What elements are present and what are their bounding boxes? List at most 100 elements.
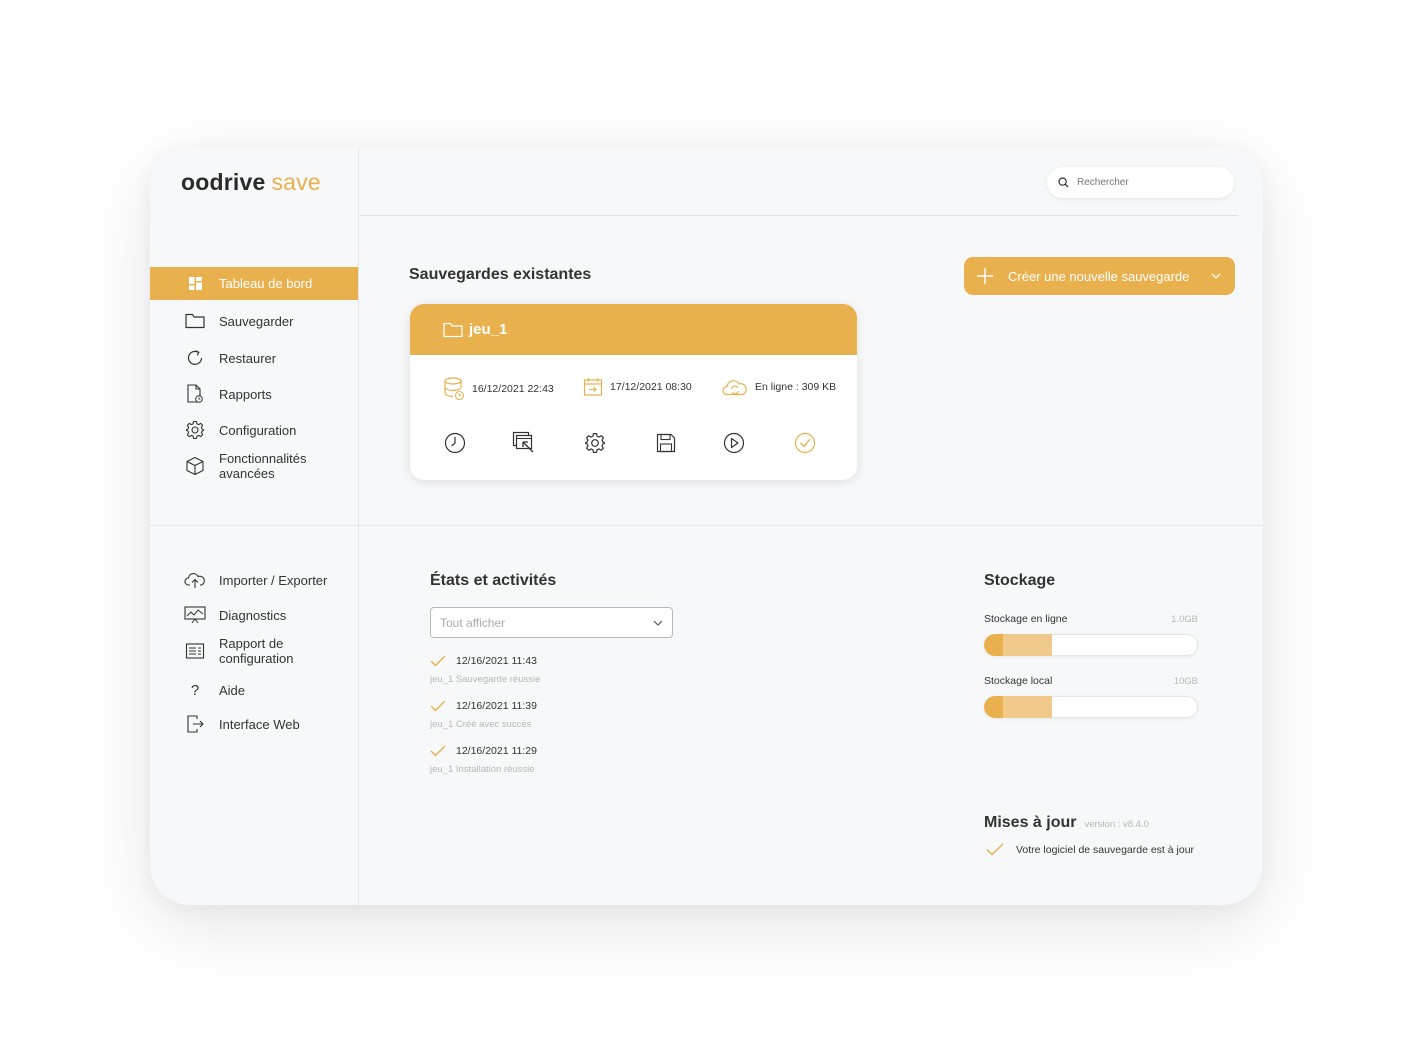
database-icon [443,377,465,401]
clock-icon [444,432,466,454]
create-backup-label: Créer une nouvelle sauvegarde [1008,268,1190,284]
restore-window-icon [512,431,536,455]
activity-filter-value: Tout afficher [440,615,506,630]
online-storage-bar [984,634,1198,656]
sidebar-item-label: Fonctionnalités avancées [219,451,307,481]
update-status: Votre logiciel de sauvegarde est à jour [986,843,1194,856]
search-input[interactable] [1077,177,1217,188]
search-box[interactable] [1047,167,1234,198]
last-backup-date: 16/12/2021 22:43 [472,383,554,395]
local-storage-bar [984,696,1198,718]
sidebar-item-config-report[interactable]: Rapport de configuration [150,636,358,666]
report-icon [184,383,206,405]
chart-icon [184,604,206,626]
activity-date: 12/16/2021 11:43 [456,655,537,667]
sidebar-item-label: Restaurer [219,350,277,366]
sidebar-item-reports[interactable]: Rapports [150,383,358,405]
backup-card[interactable]: jeu_1 16/12/2021 22:43 17/12/2021 08:30 … [410,304,857,480]
status-ok-button[interactable] [793,431,817,455]
online-size: En ligne : 309 KB [722,377,836,397]
sidebar-item-restore[interactable]: Restaurer [150,347,358,369]
folder-icon [184,310,206,332]
history-button[interactable] [443,431,467,455]
activity-item: 12/16/2021 11:39 jeu_1 Créé avec succès [430,700,730,730]
last-backup: 16/12/2021 22:43 [443,377,554,401]
sidebar-item-web-interface[interactable]: Interface Web [150,713,358,735]
activity-description: jeu_1 Installation réussie [430,764,535,775]
plus-icon [976,267,994,285]
sidebar-item-advanced[interactable]: Fonctionnalités avancées [150,451,358,481]
restore-files-button[interactable] [512,431,536,455]
chevron-down-icon [653,620,663,626]
sidebar: oodrive save Tableau de bord Sauvegarder … [150,147,359,905]
activity-date: 12/16/2021 11:39 [456,700,537,712]
save-now-button[interactable] [654,431,678,455]
sidebar-item-label: Importer / Exporter [219,572,328,588]
activity-filter-select[interactable]: Tout afficher [430,607,673,638]
check-circle-icon [794,432,816,454]
backup-actions [410,431,857,455]
sidebar-item-label: Sauvegarder [219,313,294,329]
play-icon [723,432,745,454]
sidebar-item-label: Rapports [219,386,272,402]
local-storage-capacity: 10GB [1173,676,1198,687]
product-name: save [271,169,321,195]
sidebar-item-diagnostics[interactable]: Diagnostics [150,604,358,626]
logo: oodrive save [181,169,321,196]
next-backup: 17/12/2021 08:30 [583,377,692,397]
logout-icon [184,713,206,735]
gear-icon [584,432,606,454]
gear-icon [184,419,206,441]
dashboard-icon [184,273,206,295]
header-divider [360,215,1238,216]
cube-icon [184,455,206,477]
app-window: oodrive save Tableau de bord Sauvegarder … [150,147,1263,905]
check-icon [430,655,456,667]
brand-name: oodrive [181,169,266,195]
version-label: version : v8.4.0 [1084,819,1149,830]
search-icon [1058,177,1069,188]
sidebar-item-label: Interface Web [219,716,300,732]
sidebar-item-label: Rapport de configuration [219,636,294,666]
sidebar-item-help[interactable]: ? Aide [150,679,358,701]
local-storage-label: Stockage local [984,675,1053,687]
cloud-upload-icon [184,569,206,591]
save-icon [656,433,676,453]
updates-title: Mises à jour version : v8.4.0 [984,814,1149,832]
help-icon: ? [190,681,200,699]
activity-item: 12/16/2021 11:29 jeu_1 Installation réus… [430,745,730,775]
local-storage-fill-core [984,696,1004,718]
online-storage-capacity: 1.0GB [1171,614,1198,625]
sidebar-item-import-export[interactable]: Importer / Exporter [150,569,358,591]
sidebar-item-label: Configuration [219,422,297,438]
online-size-value: En ligne : 309 KB [755,381,837,393]
next-backup-date: 17/12/2021 08:30 [610,381,692,393]
online-storage-fill-core [984,634,1004,656]
online-storage-label: Stockage en ligne [984,613,1068,625]
storage-title: Stockage [984,572,1056,589]
sidebar-item-label: Aide [219,682,246,698]
calendar-icon [583,377,603,397]
run-backup-button[interactable] [722,431,746,455]
activities-title: États et activités [430,572,557,589]
backup-card-header: jeu_1 [410,304,857,355]
updates-heading: Mises à jour [984,814,1077,831]
sidebar-item-label: Diagnostics [219,607,287,623]
refresh-icon [184,347,206,369]
create-backup-button[interactable]: Créer une nouvelle sauvegarde [964,257,1235,295]
activity-description: jeu_1 Créé avec succès [430,719,532,730]
sidebar-item-configuration[interactable]: Configuration [150,419,358,441]
sidebar-item-dashboard[interactable]: Tableau de bord [150,267,358,300]
settings-button[interactable] [583,431,607,455]
folder-icon [443,322,463,338]
check-icon [430,700,456,712]
activity-item: 12/16/2021 11:43 jeu_1 Sauvegarde réussi… [430,655,730,685]
config-report-icon [184,640,206,662]
chevron-down-icon[interactable] [1211,273,1221,279]
sidebar-item-label: Tableau de bord [219,276,313,291]
sidebar-item-backup[interactable]: Sauvegarder [150,310,358,332]
backup-name: jeu_1 [469,321,508,338]
activity-description: jeu_1 Sauvegarde réussie [430,674,541,685]
check-icon [430,745,456,757]
update-message: Votre logiciel de sauvegarde est à jour [1016,843,1195,856]
